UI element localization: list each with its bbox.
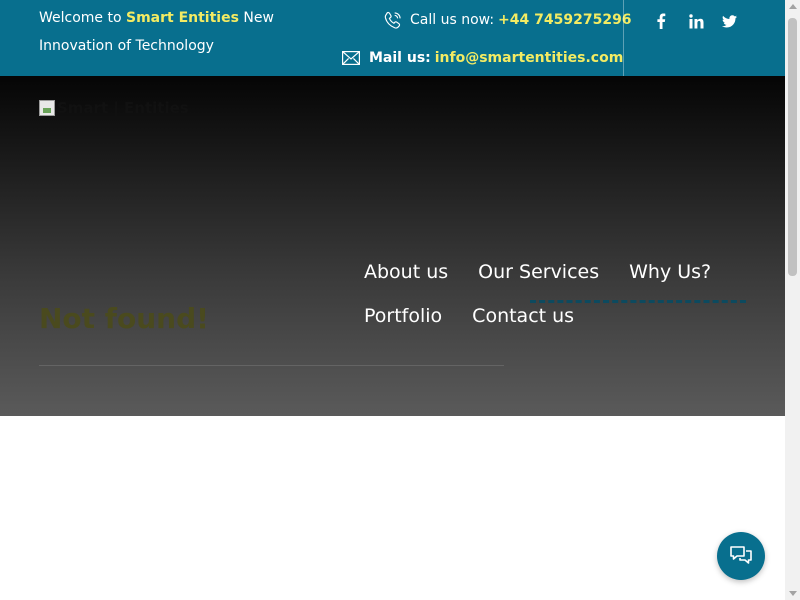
scroll-down-arrow-icon[interactable] [789,591,797,596]
welcome-text: Welcome to Smart Entities New Innovation… [39,4,299,60]
scroll-up-arrow-icon[interactable] [789,4,797,9]
nav-item-about-us[interactable]: About us [364,261,448,283]
chat-button[interactable] [717,532,765,580]
email-link[interactable]: info@smartentities.com [435,50,624,66]
logo-alt-text: Smart | Entities [57,99,189,117]
mail-info: Mail us: info@smartentities.com [342,46,623,70]
twitter-icon[interactable] [718,10,740,32]
scrollbar-thumb[interactable] [788,18,797,276]
envelope-icon [342,51,360,66]
top-bar: Welcome to Smart Entities New Innovation… [0,0,785,76]
vertical-scrollbar[interactable] [785,0,800,600]
chat-icon [730,546,752,564]
call-label: Call us now: [410,12,495,28]
site-logo[interactable]: Smart | Entities [39,96,189,120]
page: Welcome to Smart Entities New Innovation… [0,0,785,600]
linkedin-icon[interactable] [685,10,707,32]
mail-label: Mail us: [369,50,431,66]
topbar-divider [623,0,624,76]
broken-image-icon [39,100,55,116]
phone-link[interactable]: +44 7459275296 [498,12,632,28]
nav-item-portfolio[interactable]: Portfolio [364,305,442,327]
welcome-brand: Smart Entities [126,10,239,26]
welcome-prefix: Welcome to [39,10,122,26]
nav-item-our-services[interactable]: Our Services [478,261,599,283]
nav-item-contact-us[interactable]: Contact us [472,305,574,327]
hero-divider [39,365,504,366]
call-info: Call us now: +44 7459275296 [383,8,632,32]
hero-section: Smart | Entities Not found! About us Our… [0,76,785,416]
facebook-icon[interactable] [650,10,672,32]
page-title: Not found! [39,302,209,335]
phone-icon [384,11,401,29]
main-nav: About us Our Services Why Us? Portfolio … [364,250,744,338]
nav-item-why-us[interactable]: Why Us? [629,261,711,283]
